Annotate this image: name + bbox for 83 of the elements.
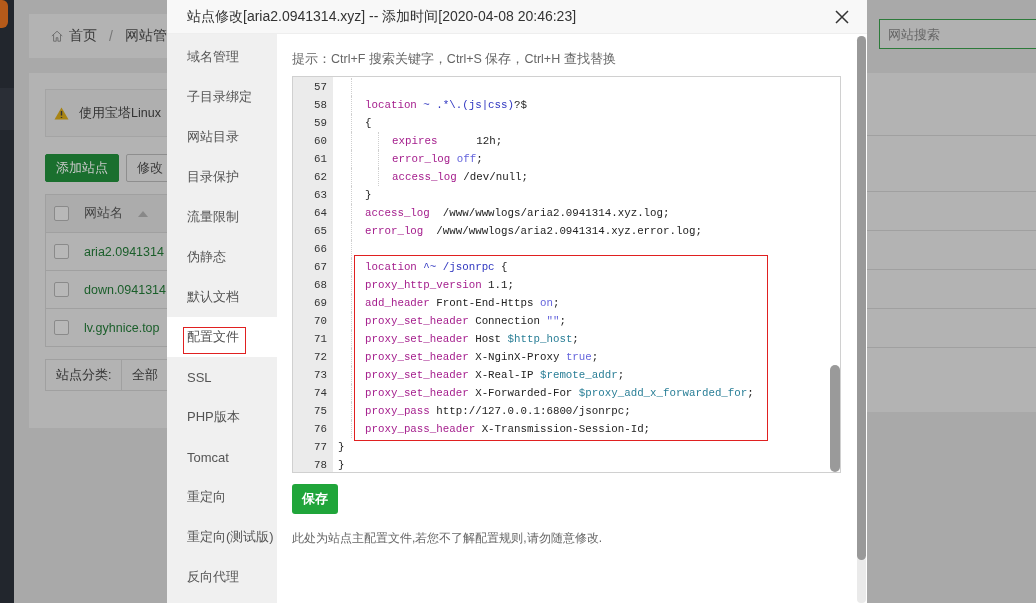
site-link[interactable]: aria2.0941314	[84, 244, 164, 259]
sidebar-item[interactable]	[0, 88, 14, 130]
breadcrumb-separator: /	[109, 28, 113, 44]
sort-icon	[138, 210, 148, 217]
line-number: 75	[313, 404, 328, 419]
line-number: 78	[313, 458, 328, 472]
edit-button[interactable]: 修改	[126, 154, 167, 182]
line-number: 74	[313, 386, 328, 401]
settings-tab[interactable]: 默认文档	[167, 277, 277, 317]
settings-tab[interactable]: SSL	[167, 357, 277, 397]
breadcrumb-current: 网站管	[125, 27, 167, 45]
settings-tab[interactable]: PHP版本	[167, 397, 277, 437]
settings-tab[interactable]: 域名管理	[167, 37, 277, 77]
search-field[interactable]: 网站搜索	[879, 19, 1036, 49]
site-link[interactable]: down.0941314	[84, 282, 167, 297]
home-icon	[51, 29, 64, 43]
settings-tab[interactable]: 网站目录	[167, 117, 277, 157]
checkbox[interactable]	[54, 244, 69, 259]
line-number: 65	[313, 224, 328, 239]
code-line: proxy_set_header Host $http_host;	[365, 332, 579, 347]
line-number: 73	[313, 368, 328, 383]
breadcrumb-link[interactable]: 首页	[69, 27, 98, 45]
code-line: location ~ .*\.(js|css)?$	[365, 98, 527, 113]
code-editor[interactable]	[292, 76, 841, 473]
settings-tab[interactable]: 子目录绑定	[167, 77, 277, 117]
logo-icon	[0, 0, 8, 28]
line-number: 62	[313, 170, 328, 185]
line-number: 77	[313, 440, 328, 455]
checkbox[interactable]	[54, 320, 69, 335]
code-line: }	[338, 440, 345, 455]
code-line: proxy_pass_header X-Transmission-Session-Id;	[365, 422, 651, 437]
alert-text: 使用宝塔Linux	[79, 104, 161, 122]
code-line: proxy_http_version 1.1;	[365, 278, 515, 293]
code-line: expires 12h;	[392, 134, 503, 149]
line-number: 57	[313, 80, 328, 95]
note-text: 此处为站点主配置文件,若您不了解配置规则,请勿随意修改.	[292, 530, 603, 547]
line-number: 58	[313, 98, 328, 113]
scrollbar-thumb[interactable]	[830, 365, 840, 472]
scrollbar-thumb[interactable]	[857, 36, 866, 560]
line-number: 60	[313, 134, 328, 149]
line-number: 61	[313, 152, 328, 167]
code-line: proxy_set_header X-Real-IP $remote_addr;	[365, 368, 625, 383]
settings-tab[interactable]: Tomcat	[167, 437, 277, 477]
code-line: proxy_pass http://127.0.0.1:6800/jsonrpc;	[365, 404, 631, 419]
hint-text: 提示：Ctrl+F 搜索关键字，Ctrl+S 保存，Ctrl+H 查找替换	[292, 51, 617, 68]
code-line: proxy_set_header X-Forwarded-For $proxy_add_x_forwarded_for;	[365, 386, 754, 401]
code-line: }	[338, 458, 345, 472]
site-link[interactable]: lv.gyhnice.top	[84, 320, 160, 335]
code-line: access_log /dev/null;	[392, 170, 529, 185]
line-number: 70	[313, 314, 328, 329]
code-line: access_log /www/wwwlogs/aria2.0941314.xyz.log;	[365, 206, 670, 221]
code-line: proxy_set_header X-NginX-Proxy true;	[365, 350, 599, 365]
line-number: 63	[313, 188, 328, 203]
line-number: 59	[313, 116, 328, 131]
line-number: 71	[313, 332, 328, 347]
settings-tab[interactable]: 伪静态	[167, 237, 277, 277]
settings-tab[interactable]: 配置文件	[167, 317, 277, 357]
settings-tab[interactable]: 重定向(测试版)	[167, 517, 277, 557]
line-number: 68	[313, 278, 328, 293]
settings-tab[interactable]: 目录保护	[167, 157, 277, 197]
settings-tab[interactable]: 重定向	[167, 477, 277, 517]
line-number: 64	[313, 206, 328, 221]
checkbox[interactable]	[54, 206, 69, 221]
code-line: error_log off;	[392, 152, 483, 167]
code-line: location ^~ /jsonrpc {	[365, 260, 508, 275]
settings-tab[interactable]: 流量限制	[167, 197, 277, 237]
column-header[interactable]: 网站名	[84, 205, 123, 222]
checkbox[interactable]	[54, 282, 69, 297]
line-number: 66	[313, 242, 328, 257]
code-line: proxy_set_header Connection "";	[365, 314, 566, 329]
line-number: 76	[313, 422, 328, 437]
code-line: }	[365, 188, 372, 203]
code-line: add_header Front-End-Https on;	[365, 296, 560, 311]
line-number: 69	[313, 296, 328, 311]
settings-tab[interactable]: 反向代理	[167, 557, 277, 597]
close-icon[interactable]	[835, 9, 849, 24]
line-number: 72	[313, 350, 328, 365]
dialog-title: 站点修改[aria2.0941314.xyz] -- 添加时间[2020-04-08 20:46:23]	[187, 7, 578, 26]
warning-icon	[54, 106, 69, 120]
code-line: {	[365, 116, 372, 131]
code-line: error_log /www/wwwlogs/aria2.0941314.xyz.error.log;	[365, 224, 702, 239]
add-site-button[interactable]: 添加站点	[45, 154, 119, 182]
line-number: 67	[313, 260, 328, 275]
